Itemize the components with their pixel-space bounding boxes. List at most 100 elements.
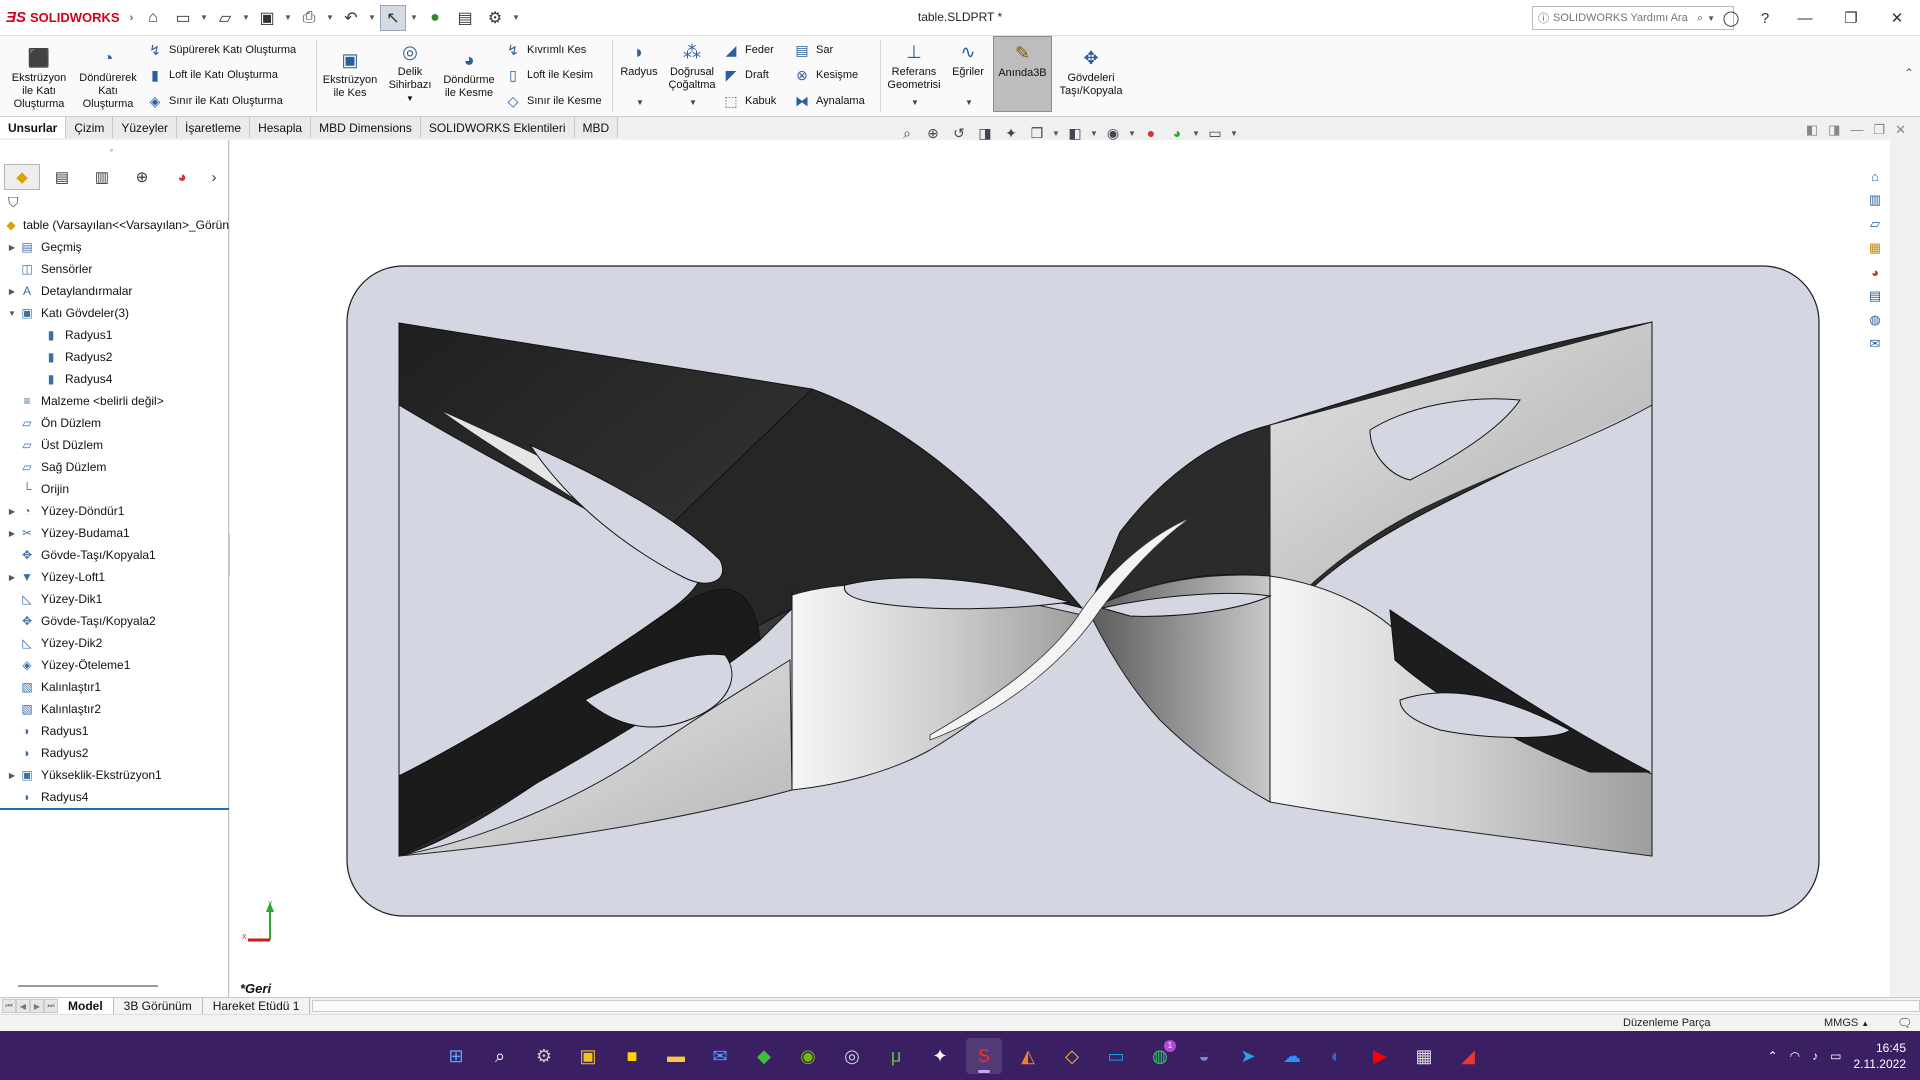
search-icon[interactable]: ⌕ xyxy=(1697,12,1703,25)
wifi-icon[interactable]: ◠ xyxy=(1790,1049,1800,1063)
status-bar-chat-icon[interactable]: 🗨 xyxy=(1897,1016,1912,1030)
bottom-tab-scrollbar[interactable] xyxy=(312,1000,1920,1012)
utorrent-icon[interactable]: μ xyxy=(878,1038,914,1074)
expand-arrow-icon[interactable]: ▶ xyxy=(6,529,18,538)
boundary-boss-button[interactable]: ◈ Sınır ile Katı Oluşturma xyxy=(146,92,283,110)
first-tab-arrow-icon[interactable]: ⏮ xyxy=(2,999,16,1013)
file-explorer-icon[interactable]: ▬ xyxy=(658,1038,694,1074)
loft-cut-button[interactable]: ▯ Loft ile Kesim xyxy=(504,66,593,84)
tree-node[interactable]: ▱ Sağ Düzlem xyxy=(0,456,229,478)
appearances-scenes-icon[interactable]: ◕ xyxy=(1864,262,1886,282)
swept-cut-button[interactable]: ↯ Kıvrımlı Kes xyxy=(504,41,586,59)
tree-node[interactable]: ▶ ▣ Yükseklik-Ekstrüzyon1 xyxy=(0,764,229,786)
menu-expand-icon[interactable]: › xyxy=(130,12,134,24)
curves-dropdown-icon[interactable]: ▼ xyxy=(965,98,973,107)
tree-node[interactable]: ▱ Üst Düzlem xyxy=(0,434,229,456)
print-icon[interactable]: ⎙ xyxy=(296,5,322,31)
tree-node[interactable]: ✥ Gövde-Taşı/Kopyala2 xyxy=(0,610,229,632)
move-copy-bodies-button[interactable]: ✥ Gövdeleri Taşı/Kopyala xyxy=(1056,46,1126,98)
new-document-icon[interactable]: ▭ xyxy=(170,5,196,31)
close-button[interactable]: ✕ xyxy=(1874,0,1920,36)
fillet-button[interactable]: ◗ Radyus xyxy=(618,40,660,79)
undo-dropdown-icon[interactable]: ▼ xyxy=(368,13,376,22)
boundary-cut-button[interactable]: ◇ Sınır ile Kesme xyxy=(504,92,602,110)
print-dropdown-icon[interactable]: ▼ xyxy=(326,13,334,22)
tree-node[interactable]: ◺ Yüzey-Dik1 xyxy=(0,588,229,610)
prev-tab-arrow-icon[interactable]: ◀ xyxy=(16,999,30,1013)
tab-evaluate[interactable]: Hesapla xyxy=(250,117,312,138)
tree-node[interactable]: ◫ Sensörler xyxy=(0,258,229,280)
tree-node[interactable]: ✥ Gövde-Taşı/Kopyala1 xyxy=(0,544,229,566)
taskbar-search-icon[interactable]: ⌕ xyxy=(482,1038,518,1074)
minimize-button[interactable]: — xyxy=(1782,0,1828,36)
tab-motion-study[interactable]: Hareket Etüdü 1 xyxy=(203,998,311,1014)
expand-arrow-icon[interactable]: ▶ xyxy=(6,287,18,296)
expand-arrow-icon[interactable]: ▶ xyxy=(6,243,18,252)
viewport-tile-left-icon[interactable]: ◧ xyxy=(1806,122,1818,138)
tree-node[interactable]: ▮ Radyus4 xyxy=(0,368,229,390)
instant3d-button[interactable]: ✎ Anında3B xyxy=(993,36,1052,112)
prime-video-icon[interactable]: ▭ xyxy=(1098,1038,1134,1074)
expand-arrow-icon[interactable]: ▶ xyxy=(6,573,18,582)
binance-icon[interactable]: ◇ xyxy=(1054,1038,1090,1074)
tab-mbd[interactable]: MBD xyxy=(574,117,619,138)
draft-button[interactable]: ◤ Draft xyxy=(722,66,769,84)
shell-button[interactable]: ⬚ Kabuk xyxy=(722,92,776,110)
tray-overflow-chevron-icon[interactable]: ⌃ xyxy=(1768,1049,1778,1063)
file-explorer-icon[interactable]: ▱ xyxy=(1864,214,1886,234)
tree-node[interactable]: ▶ ◔ Yüzey-Döndür1 xyxy=(0,500,229,522)
view-settings-dropdown-icon[interactable]: ▼ xyxy=(1230,129,1238,138)
select-pointer-icon[interactable]: ↖ xyxy=(380,4,406,31)
panel-grip-icon[interactable]: ⚬ xyxy=(108,146,115,155)
open-dropdown-icon[interactable]: ▼ xyxy=(242,13,250,22)
tree-node[interactable]: ▧ Kalınlaştır2 xyxy=(0,698,229,720)
tree-node[interactable]: ◗ Radyus1 xyxy=(0,720,229,742)
nvidia-icon[interactable]: ◉ xyxy=(790,1038,826,1074)
swept-boss-button[interactable]: ↯ Süpürerek Katı Oluşturma xyxy=(146,41,296,59)
edge-icon[interactable]: ◐ xyxy=(1318,1038,1354,1074)
open-folder-icon[interactable]: ▱ xyxy=(212,5,238,31)
tree-node[interactable]: ▶ A Detaylandırmalar xyxy=(0,280,229,302)
rollback-bar[interactable] xyxy=(0,808,229,810)
extrude-boss-button[interactable]: ⬛ Ekstrüzyon ile Katı Oluşturma xyxy=(6,46,72,111)
help-question-icon[interactable]: ? xyxy=(1748,0,1782,36)
user-account-icon[interactable]: ◯ xyxy=(1714,0,1748,36)
tree-node[interactable]: ▮ Radyus1 xyxy=(0,324,229,346)
tree-node[interactable]: └ Orijin xyxy=(0,478,229,500)
home-icon[interactable]: ⌂ xyxy=(140,5,166,31)
ribbon-collapse-icon[interactable]: ⌃ xyxy=(1904,66,1914,80)
solidworks-taskbar-icon[interactable]: S xyxy=(966,1038,1002,1074)
gaming-app-icon[interactable]: ◢ xyxy=(1450,1038,1486,1074)
xbox-icon[interactable]: ◆ xyxy=(746,1038,782,1074)
new-dropdown-icon[interactable]: ▼ xyxy=(200,13,208,22)
help-search-box[interactable]: ⓘ ⌕ ▼ xyxy=(1532,6,1734,30)
file-properties-icon[interactable]: ▤ xyxy=(452,5,478,31)
unit-system-selector[interactable]: MMGS ▲ xyxy=(1824,1017,1869,1029)
whatsapp-icon[interactable]: ◍ 1 xyxy=(1142,1038,1178,1074)
fillet-dropdown-icon[interactable]: ▼ xyxy=(636,98,644,107)
discord-icon[interactable]: ◒ xyxy=(1186,1038,1222,1074)
intersect-button[interactable]: ⊗ Kesişme xyxy=(793,66,858,84)
wrap-button[interactable]: ▤ Sar xyxy=(793,41,833,59)
tree-node[interactable]: ▶ ✂ Yüzey-Budama1 xyxy=(0,522,229,544)
options-dropdown-icon[interactable]: ▼ xyxy=(512,13,520,22)
property-manager-tab-icon[interactable]: ▤ xyxy=(44,164,80,190)
steam-icon[interactable]: ◎ xyxy=(834,1038,870,1074)
rib-button[interactable]: ◢ Feder xyxy=(722,41,774,59)
settings-icon[interactable]: ⚙ xyxy=(526,1038,562,1074)
view-palette-icon[interactable]: ▦ xyxy=(1864,238,1886,258)
taskbar-clock[interactable]: 16:45 2.11.2022 xyxy=(1854,1040,1907,1072)
solidworks-logo[interactable]: ƎS SOLIDWORKS › xyxy=(0,9,133,26)
restore-button[interactable]: ❐ xyxy=(1828,0,1874,36)
linear-pattern-button[interactable]: ⁂ Doğrusal Çoğaltma xyxy=(664,40,720,92)
matlab-icon[interactable]: ◭ xyxy=(1010,1038,1046,1074)
tree-node[interactable]: ◈ Yüzey-Öteleme1 xyxy=(0,654,229,676)
rebuild-traffic-light-icon[interactable]: ● xyxy=(422,5,448,31)
volume-icon[interactable]: ♪ xyxy=(1812,1049,1818,1063)
tree-node[interactable]: ▮ Radyus2 xyxy=(0,346,229,368)
reference-geometry-dropdown-icon[interactable]: ▼ xyxy=(911,98,919,107)
viewport-minimize-icon[interactable]: — xyxy=(1850,122,1863,138)
youtube-icon[interactable]: ▶ xyxy=(1362,1038,1398,1074)
tab-sketch[interactable]: Çizim xyxy=(66,117,114,138)
tree-node[interactable]: ▶ ▼ Yüzey-Loft1 xyxy=(0,566,229,588)
